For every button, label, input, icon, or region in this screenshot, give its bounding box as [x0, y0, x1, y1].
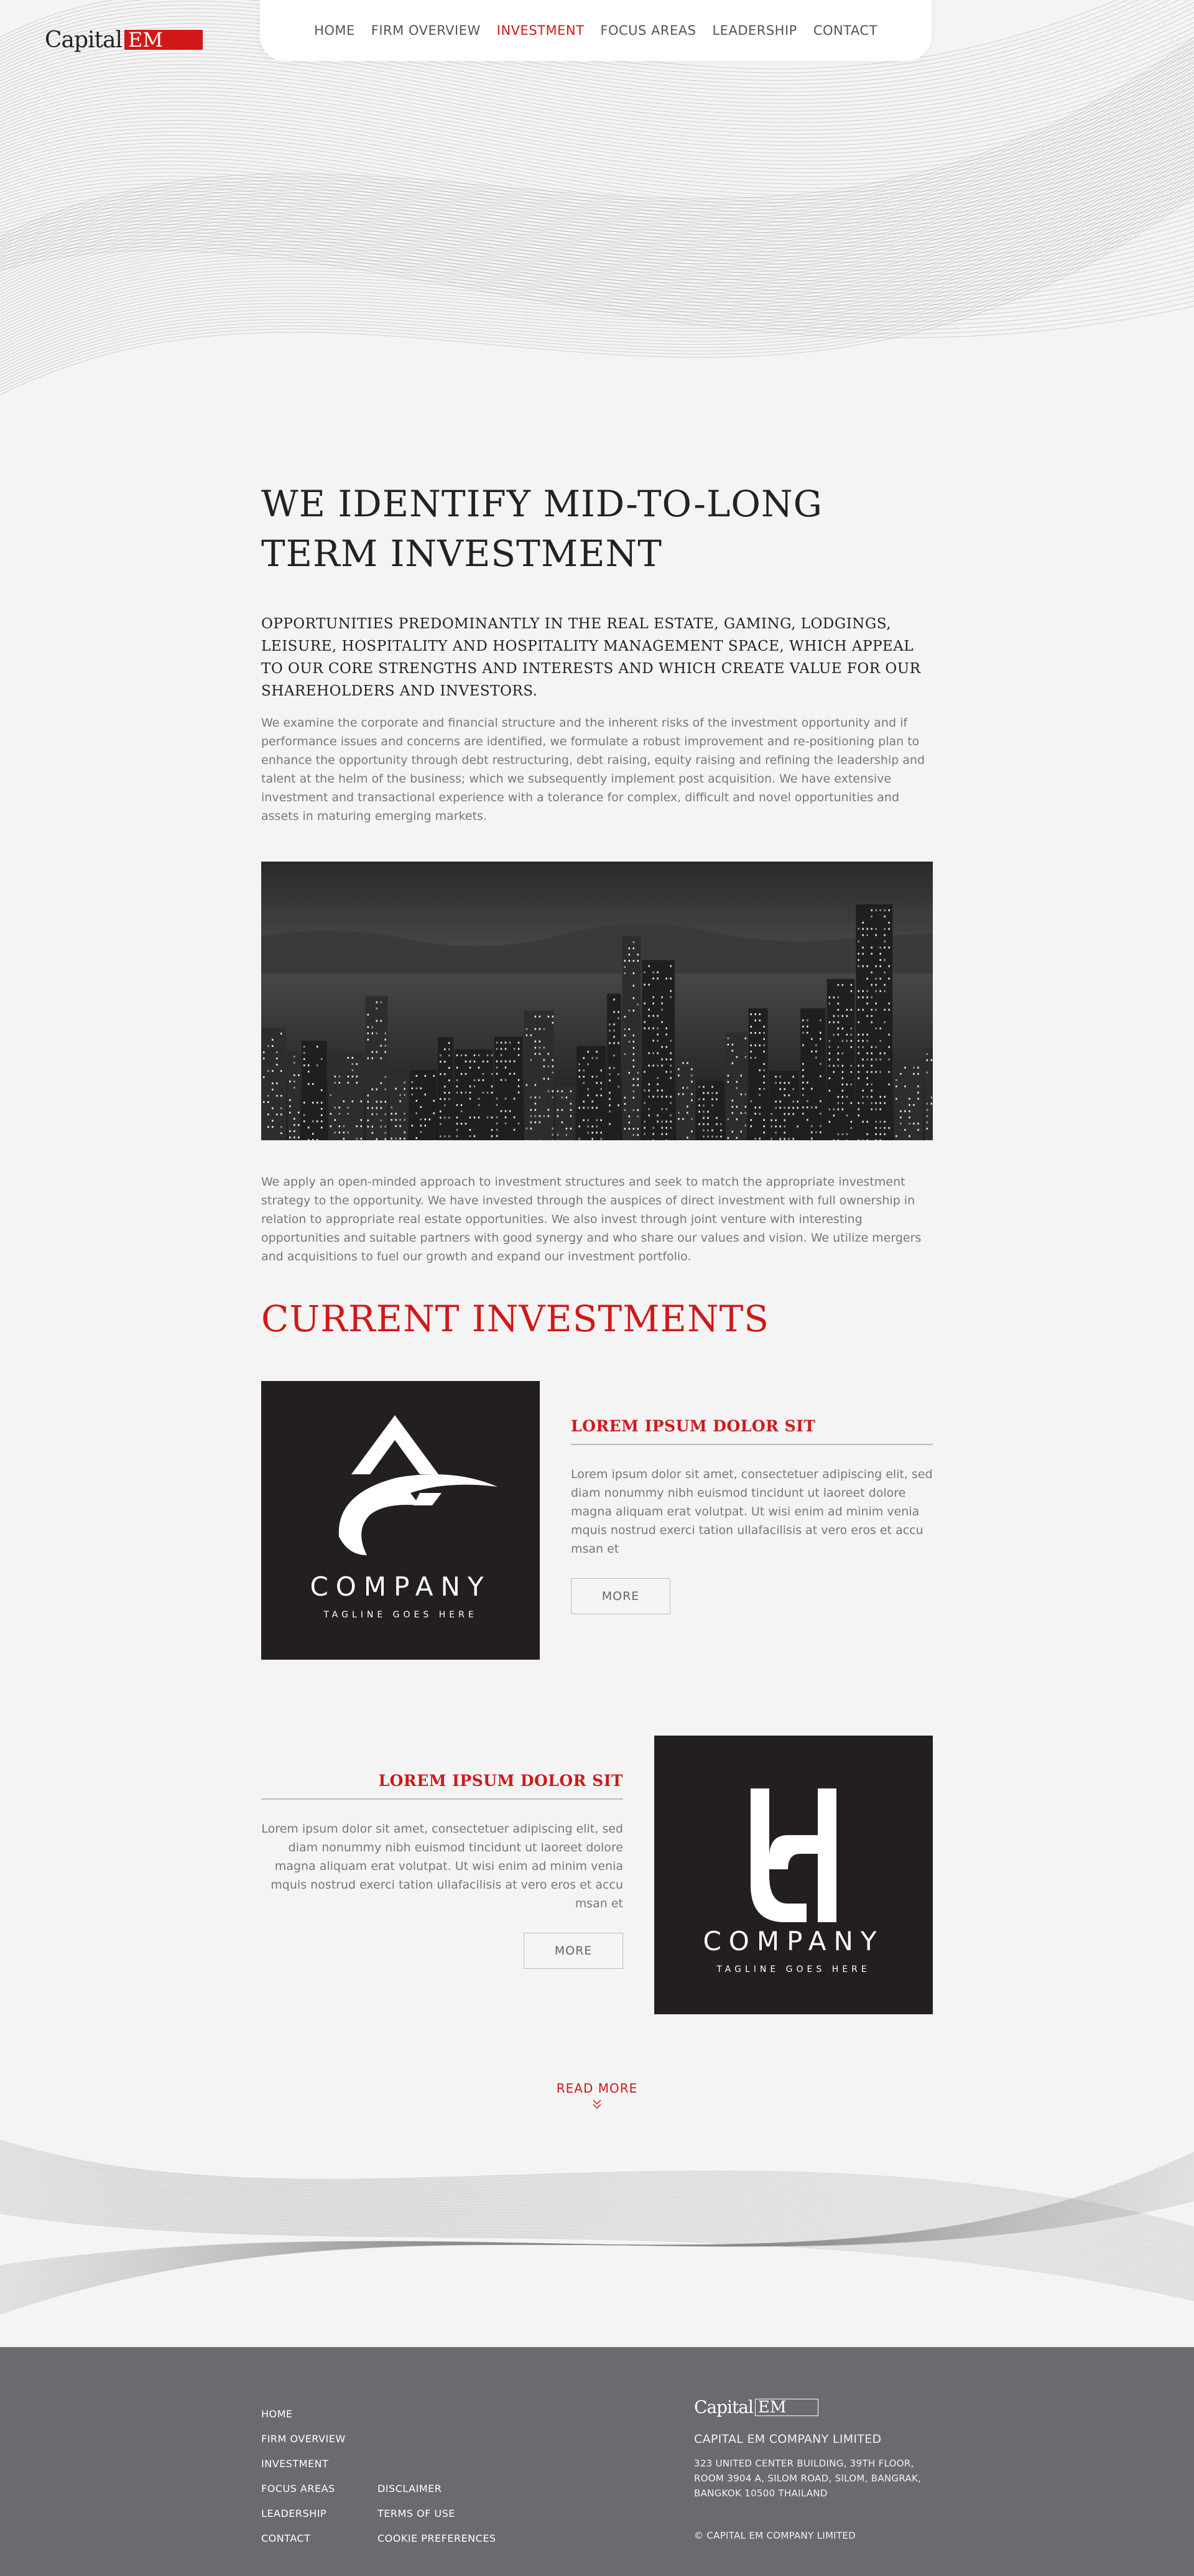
- footer-address: 323 UNITED CENTER BUILDING, 39TH FLOOR, …: [694, 2456, 921, 2501]
- footer-logo-text-capital: Capital: [694, 2397, 754, 2417]
- site-logo[interactable]: Capital EM: [45, 27, 203, 53]
- footer-company-name: CAPITAL EM COMPANY LIMITED: [694, 2432, 882, 2446]
- footer-wave-background: [0, 2127, 1194, 2347]
- read-more-label: READ MORE: [556, 2081, 638, 2096]
- investment-1-logo[interactable]: COMPANY TAGLINE GOES HERE: [261, 1381, 540, 1660]
- nav-firm-overview[interactable]: FIRM OVERVIEW: [371, 23, 481, 38]
- investment-2-logo-tagline: TAGLINE GOES HERE: [716, 1965, 870, 1974]
- logo-text-capital: Capital: [45, 27, 123, 53]
- investment-2-text: Lorem ipsum dolor sit amet, consectetuer…: [261, 1822, 623, 1910]
- investment-2-heading: LOREM IPSUM DOLOR SIT: [261, 1772, 623, 1800]
- nav-contact[interactable]: CONTACT: [813, 23, 877, 38]
- investment-1-details: LOREM IPSUM DOLOR SIT Lorem ipsum dolor …: [571, 1417, 933, 1614]
- investment-1-heading: LOREM IPSUM DOLOR SIT: [571, 1417, 933, 1445]
- investment-2-details: LOREM IPSUM DOLOR SIT Lorem ipsum dolor …: [261, 1772, 623, 1969]
- investment-2-more-button[interactable]: MORE: [524, 1933, 623, 1969]
- investment-1-logo-name: COMPANY: [310, 1571, 491, 1602]
- investment-1-logo-tagline: TAGLINE GOES HERE: [323, 1610, 477, 1620]
- logo-text-em: EM: [124, 30, 203, 50]
- footer-link-cookie-preferences[interactable]: COOKIE PREFERENCES: [377, 2532, 496, 2544]
- footer-link-home[interactable]: HOME: [261, 2408, 293, 2420]
- h-monogram-logo-icon: [751, 1788, 836, 1922]
- page-title-line1: WE IDENTIFY MID-TO-LONG: [261, 483, 823, 525]
- footer-link-focus-areas[interactable]: FOCUS AREAS: [261, 2483, 335, 2495]
- investment-1-text: Lorem ipsum dolor sit amet, consectetuer…: [571, 1467, 933, 1556]
- current-investments-title: CURRENT INVESTMENTS: [261, 1298, 770, 1340]
- investment-1-more-button[interactable]: MORE: [571, 1578, 670, 1614]
- footer-address-line2: ROOM 3904 A, SILOM ROAD, SILOM, BANGRAK,: [694, 2473, 922, 2484]
- intro-paragraph-1: We examine the corporate and financial s…: [261, 716, 925, 823]
- nav-home[interactable]: HOME: [314, 23, 355, 38]
- nav-leadership[interactable]: LEADERSHIP: [712, 23, 797, 38]
- main-navigation: HOME FIRM OVERVIEW INVESTMENT FOCUS AREA…: [260, 0, 932, 61]
- page-title: WE IDENTIFY MID-TO-LONG TERM INVESTMENT: [261, 479, 933, 579]
- nav-focus-areas[interactable]: FOCUS AREAS: [600, 23, 696, 38]
- footer-address-line1: 323 UNITED CENTER BUILDING, 39TH FLOOR,: [694, 2458, 914, 2469]
- footer-link-terms-of-use[interactable]: TERMS OF USE: [377, 2508, 455, 2519]
- peak-logo-icon: [338, 1415, 497, 1555]
- footer-logo[interactable]: Capital EM: [694, 2397, 818, 2417]
- site-footer: HOME FIRM OVERVIEW INVESTMENT FOCUS AREA…: [0, 2347, 1194, 2576]
- footer-copyright: © CAPITAL EM COMPANY LIMITED: [694, 2530, 856, 2541]
- investment-2-logo-name: COMPANY: [703, 1926, 884, 1956]
- page-title-line2: TERM INVESTMENT: [261, 532, 662, 575]
- footer-address-line3: BANGKOK 10500 THAILAND: [694, 2488, 828, 2499]
- footer-link-contact[interactable]: CONTACT: [261, 2532, 310, 2544]
- footer-link-leadership[interactable]: LEADERSHIP: [261, 2508, 326, 2519]
- footer-link-investment[interactable]: INVESTMENT: [261, 2458, 328, 2470]
- chevron-down-icon: [593, 2099, 601, 2109]
- read-more-link[interactable]: READ MORE: [535, 2081, 659, 2111]
- footer-logo-text-em: EM: [754, 2398, 818, 2416]
- intro-lead: OPPORTUNITIES PREDOMINANTLY IN THE REAL …: [261, 616, 921, 699]
- nav-investment[interactable]: INVESTMENT: [497, 23, 585, 38]
- footer-link-firm-overview[interactable]: FIRM OVERVIEW: [261, 2433, 346, 2445]
- investment-2-logo[interactable]: COMPANY TAGLINE GOES HERE: [654, 1736, 933, 2014]
- footer-link-disclaimer[interactable]: DISCLAIMER: [377, 2483, 442, 2495]
- intro-paragraph-2: We apply an open-minded approach to inve…: [261, 1175, 922, 1263]
- city-skyline-image: [261, 862, 960, 1142]
